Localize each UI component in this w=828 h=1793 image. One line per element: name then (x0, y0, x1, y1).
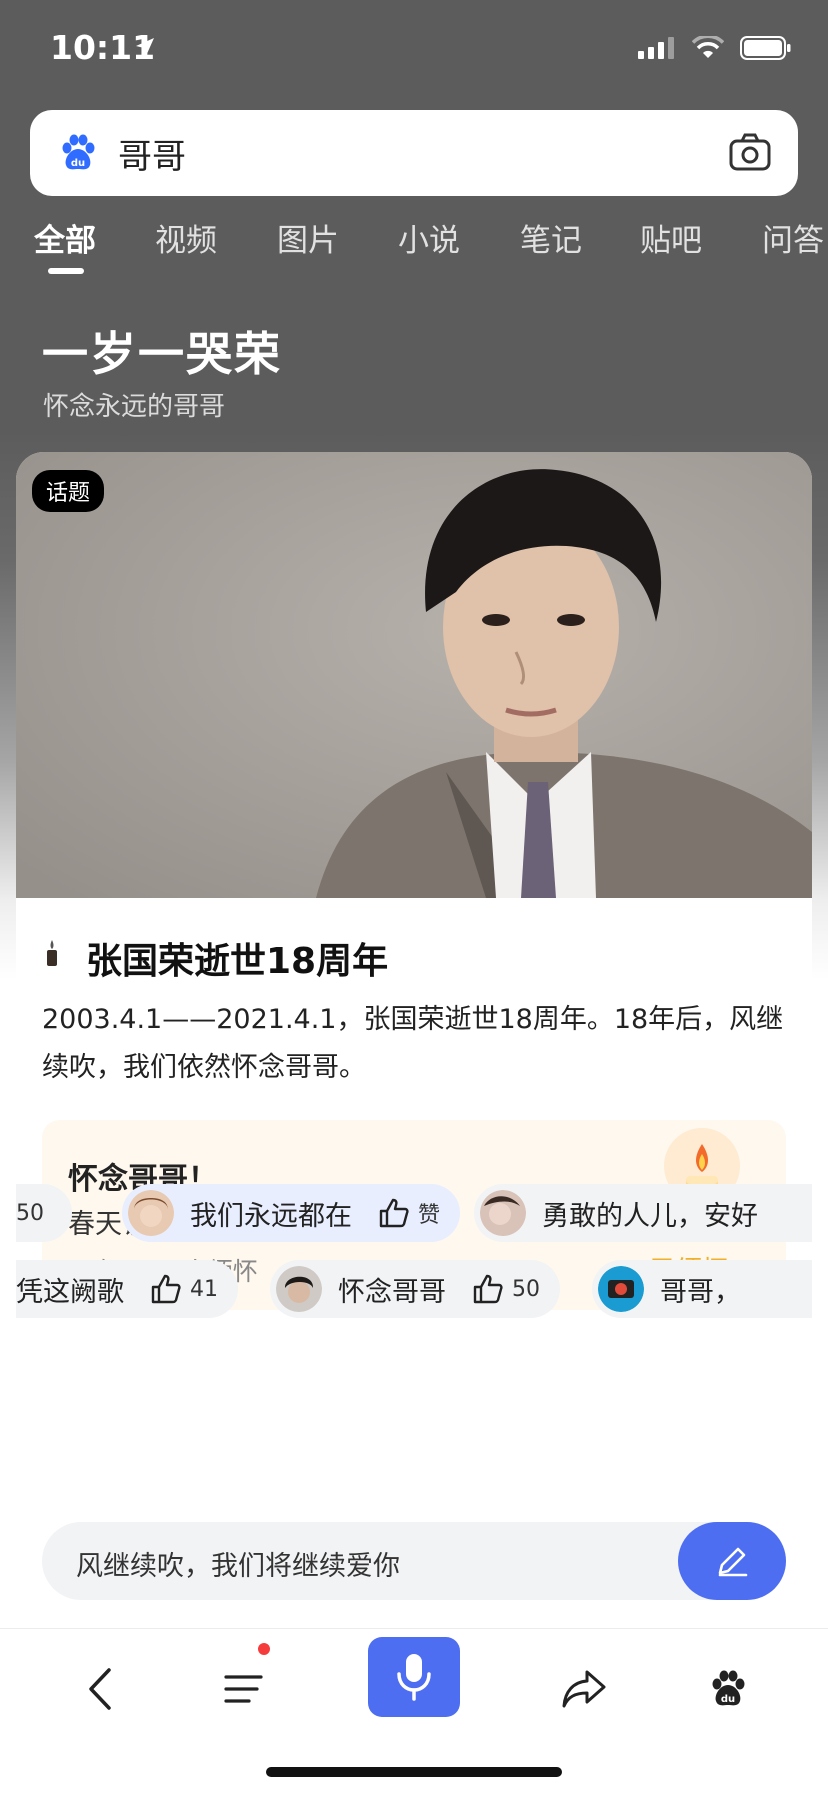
svg-text:du: du (71, 158, 85, 169)
thumbs-up-icon[interactable] (472, 1273, 504, 1305)
comment-input[interactable]: 风继续吹，我们将继续爱你 (42, 1522, 782, 1600)
wifi-icon (692, 36, 724, 58)
baidu-paw-logo: du (56, 131, 100, 175)
bottom-nav: du (0, 1628, 828, 1793)
avatar (480, 1190, 526, 1236)
candle-icon (47, 940, 57, 966)
tab-novels[interactable]: 小说 (398, 215, 460, 260)
location-arrow-icon (136, 38, 154, 56)
topic-title: 一岁一哭荣 (42, 327, 282, 381)
home-indicator (266, 1767, 562, 1777)
baidu-home-button[interactable]: du (698, 1659, 758, 1719)
camera-icon[interactable] (728, 131, 772, 175)
comment-bubble[interactable]: 50 (16, 1184, 72, 1242)
active-tab-indicator (48, 268, 84, 274)
tab-bar: 全部 视频 图片 小说 笔记 贴吧 问答 (0, 215, 828, 275)
status-bar: 10:11 (0, 0, 828, 100)
tab-video[interactable]: 视频 (155, 215, 217, 260)
notification-dot (258, 1643, 270, 1655)
comment-text: 勇敢的人儿，安好 (542, 1200, 758, 1232)
tab-images[interactable]: 图片 (277, 215, 339, 260)
menu-icon (224, 1675, 263, 1703)
avatar (598, 1266, 644, 1312)
tab-qa[interactable]: 问答 (762, 215, 824, 260)
avatar (128, 1190, 174, 1236)
comment-row: 凭这阙歌 41 怀念哥哥 50 哥哥， (16, 1260, 812, 1318)
compose-button[interactable] (678, 1522, 786, 1600)
topic-badge: 话题 (32, 470, 105, 512)
share-button[interactable] (554, 1659, 614, 1719)
tab-notes[interactable]: 笔记 (520, 215, 582, 260)
like-count: 41 (190, 1276, 218, 1302)
tab-tieba[interactable]: 贴吧 (640, 215, 702, 260)
thumbs-up-icon[interactable] (150, 1273, 182, 1305)
topic-card[interactable]: 话题 张国荣逝世18周年 2003.4.1——2021.4.1，张国荣逝世18周… (16, 452, 812, 1792)
voice-search-button[interactable] (368, 1637, 460, 1717)
comment-bubble[interactable]: 我们永远都在 赞 (122, 1184, 461, 1242)
search-bar[interactable]: du 哥哥 (30, 110, 798, 196)
menu-button[interactable] (214, 1659, 274, 1719)
comment-row: 50 我们永远都在 赞 勇敢的人儿，安好 (16, 1184, 812, 1242)
comment-placeholder: 风继续吹，我们将继续爱你 (76, 1551, 400, 1582)
back-button[interactable] (70, 1659, 130, 1719)
topic-description: 2003.4.1——2021.4.1，张国荣逝世18周年。18年后，风继续吹，我… (42, 1004, 784, 1083)
comment-text: 怀念哥哥 (338, 1276, 446, 1308)
comment-bubble[interactable]: 凭这阙歌 41 (16, 1260, 238, 1318)
thumbs-up-icon[interactable] (378, 1197, 410, 1229)
comment-text: 我们永远都在 (190, 1200, 352, 1232)
like-count: 50 (512, 1276, 540, 1302)
search-input[interactable]: 哥哥 (118, 129, 186, 178)
pencil-icon (718, 1547, 748, 1577)
tab-all[interactable]: 全部 (34, 215, 96, 260)
like-count: 50 (16, 1200, 44, 1226)
back-icon (89, 1668, 111, 1710)
topic-headline[interactable]: 张国荣逝世18周年 (86, 932, 388, 984)
signal-icon (638, 37, 674, 59)
microphone-icon (397, 1654, 431, 1701)
battery-icon (740, 36, 791, 60)
like-label: 赞 (418, 1203, 441, 1228)
hero-photo[interactable]: 话题 (16, 452, 812, 898)
topic-subtitle: 怀念永远的哥哥 (43, 392, 226, 422)
svg-text:du: du (721, 1694, 735, 1705)
avatar (276, 1266, 322, 1312)
comment-bubble[interactable]: 勇敢的人儿，安好 (474, 1184, 812, 1242)
comment-text: 哥哥， (660, 1276, 741, 1308)
comment-bubble[interactable]: 怀念哥哥 50 (270, 1260, 560, 1318)
comment-bubble[interactable]: 哥哥， (592, 1260, 812, 1318)
comment-text: 凭这阙歌 (16, 1276, 124, 1308)
baidu-paw-icon: du (712, 1670, 745, 1706)
share-icon (562, 1670, 606, 1708)
